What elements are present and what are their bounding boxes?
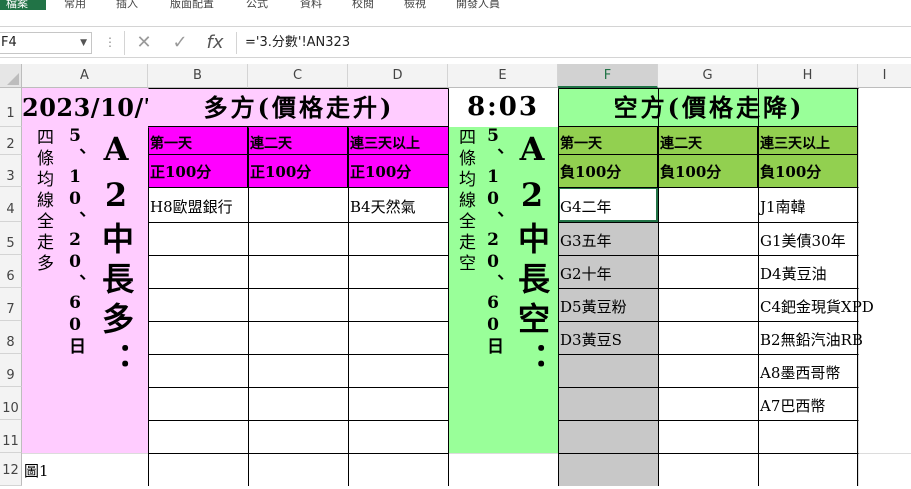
column-header-b[interactable]: B xyxy=(148,64,248,88)
short-item-h5[interactable]: G1美債30年 xyxy=(758,222,858,255)
divider xyxy=(124,31,125,55)
row-header-11[interactable]: 11 xyxy=(0,420,22,453)
select-all-corner[interactable] xyxy=(0,64,22,88)
short-header-day3[interactable]: 連三天以上 xyxy=(758,127,858,155)
long-score-day2[interactable]: 正100分 xyxy=(248,155,348,187)
file-tab[interactable]: 檔案 xyxy=(0,0,46,10)
tab-page-layout[interactable]: 版面配置 xyxy=(170,0,214,11)
short-item-h6[interactable]: D4黃豆油 xyxy=(758,255,858,288)
file-tab-label: 檔案 xyxy=(6,0,28,10)
name-box-value: F4 xyxy=(1,35,17,50)
tab-data[interactable]: 資料 xyxy=(300,0,322,11)
long-list-table xyxy=(148,187,449,486)
long-item-b4[interactable]: H8歐盟銀行 xyxy=(148,187,248,222)
column-header-i[interactable]: I xyxy=(858,64,911,88)
short-item-f8[interactable]: D3黃豆S xyxy=(558,321,658,354)
cell-a12[interactable]: 圖1 xyxy=(22,453,148,486)
row-header-7[interactable]: 7 xyxy=(0,288,22,321)
short-title[interactable]: 空方(價格走降) xyxy=(558,88,858,127)
ribbon-tabs: 檔案 常用 插入 版面配置 公式 資料 校閱 檢視 開發人員 xyxy=(0,0,911,12)
long-note-average-lines[interactable]: 四條均線全走多 xyxy=(30,128,56,328)
long-title[interactable]: 多方(價格走升) xyxy=(148,88,448,127)
long-item-d4[interactable]: B4天然氣 xyxy=(348,187,448,222)
column-header-c[interactable]: C xyxy=(248,64,348,88)
short-score-day2[interactable]: 負100分 xyxy=(658,155,758,187)
short-item-f5[interactable]: G3五年 xyxy=(558,222,658,255)
long-note-periods[interactable]: 5、10、20、60日 xyxy=(62,126,88,446)
short-item-f7[interactable]: D5黃豆粉 xyxy=(558,288,658,321)
more-options-icon[interactable]: ⋮ xyxy=(104,35,116,49)
select-all-icon xyxy=(7,73,19,85)
row-header-10[interactable]: 10 xyxy=(0,387,22,420)
tab-insert[interactable]: 插入 xyxy=(116,0,138,11)
short-item-f4[interactable]: G4二年 xyxy=(558,187,658,222)
column-header-a[interactable]: A xyxy=(22,64,148,88)
column-header-d[interactable]: D xyxy=(348,64,448,88)
tab-review[interactable]: 校閱 xyxy=(352,0,374,11)
cancel-icon[interactable]: ✕ xyxy=(132,31,156,55)
long-score-day3[interactable]: 正100分 xyxy=(348,155,448,187)
column-header-f[interactable]: F xyxy=(558,64,658,88)
short-item-h9[interactable]: A8墨西哥幣 xyxy=(758,354,858,387)
time-cell[interactable]: 8:03 xyxy=(448,88,558,127)
long-score-day1[interactable]: 正100分 xyxy=(148,155,248,187)
short-header-day1[interactable]: 第一天 xyxy=(558,127,658,155)
short-item-h7[interactable]: C4鈀金現貨XPD xyxy=(758,288,908,321)
long-header-day2[interactable]: 連二天 xyxy=(248,127,348,155)
gridline xyxy=(858,88,859,486)
short-note-average-lines[interactable]: 四條均線全走空 xyxy=(453,128,477,328)
date-cell[interactable]: 2023/10/7 xyxy=(22,88,148,127)
short-item-h8[interactable]: B2無鉛汽油RB xyxy=(758,321,908,354)
formula-bar: F4 ▼ ⋮ ✕ ✓ fx ='3.分數'!AN323 xyxy=(0,26,911,58)
chevron-down-icon[interactable]: ▼ xyxy=(80,33,87,53)
row-header-9[interactable]: 9 xyxy=(0,354,22,387)
column-header-e[interactable]: E xyxy=(448,64,558,88)
row-header-6[interactable]: 6 xyxy=(0,255,22,288)
row-header-12[interactable]: 12 xyxy=(0,453,22,486)
short-score-day1[interactable]: 負100分 xyxy=(558,155,658,187)
tab-developer[interactable]: 開發人員 xyxy=(456,0,500,11)
row-header-3[interactable]: 3 xyxy=(0,155,22,187)
tab-formulas[interactable]: 公式 xyxy=(246,0,268,11)
short-big-label[interactable]: A2中長空： xyxy=(512,130,552,420)
enter-icon[interactable]: ✓ xyxy=(168,31,192,55)
short-item-f6[interactable]: G2十年 xyxy=(558,255,658,288)
name-box[interactable]: F4 ▼ xyxy=(0,32,92,54)
insert-function-icon[interactable]: fx xyxy=(203,31,227,55)
short-item-h4[interactable]: J1南韓 xyxy=(758,187,858,222)
long-header-day1[interactable]: 第一天 xyxy=(148,127,248,155)
tab-view[interactable]: 檢視 xyxy=(404,0,426,11)
short-header-day2[interactable]: 連二天 xyxy=(658,127,758,155)
tab-home[interactable]: 常用 xyxy=(64,0,86,11)
column-header-g[interactable]: G xyxy=(658,64,758,88)
long-big-label[interactable]: A2中長多： xyxy=(96,130,136,420)
row-header-8[interactable]: 8 xyxy=(0,321,22,354)
row-header-4[interactable]: 4 xyxy=(0,187,22,222)
row-header-1[interactable]: 1 xyxy=(0,88,22,127)
row-header-2[interactable]: 2 xyxy=(0,127,22,155)
short-score-day3[interactable]: 負100分 xyxy=(758,155,858,187)
column-header-h[interactable]: H xyxy=(758,64,858,88)
short-item-h10[interactable]: A7巴西幣 xyxy=(758,387,858,420)
long-header-day3[interactable]: 連三天以上 xyxy=(348,127,448,155)
row-header-5[interactable]: 5 xyxy=(0,222,22,255)
short-note-periods[interactable]: 5、10、20、60日 xyxy=(481,126,505,446)
formula-input[interactable]: ='3.分數'!AN323 xyxy=(236,32,911,54)
